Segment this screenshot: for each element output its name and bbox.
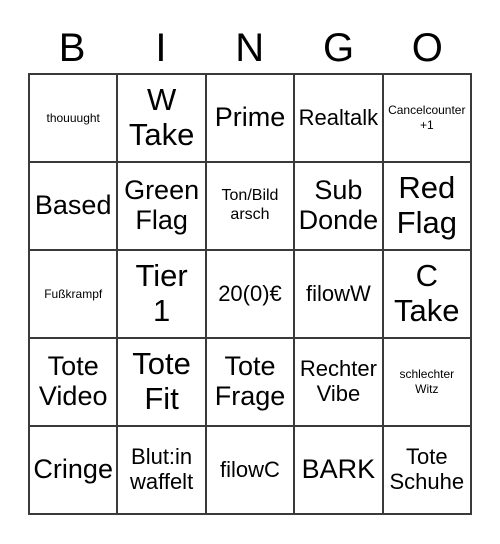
bingo-cell-label: Tote Frage bbox=[214, 351, 286, 411]
bingo-cell-label: 20(0)€ bbox=[218, 280, 282, 306]
bingo-cell[interactable]: filowC bbox=[206, 427, 296, 515]
bingo-header-letter-g: G bbox=[322, 26, 355, 70]
bingo-cell-label: Cringe bbox=[33, 454, 113, 485]
bingo-cell[interactable]: Based bbox=[30, 163, 119, 251]
bingo-header-letter-b: B bbox=[58, 26, 86, 70]
bingo-cell[interactable]: Prime bbox=[206, 75, 296, 163]
bingo-cell[interactable]: thouuught bbox=[30, 75, 119, 163]
bingo-cell-label: Realtalk bbox=[298, 104, 379, 130]
bingo-cell-label: Green Flag bbox=[124, 175, 200, 235]
bingo-cell[interactable]: schlechter Witz bbox=[383, 339, 472, 427]
bingo-cell[interactable]: Tote Fit bbox=[118, 339, 207, 427]
bingo-cell-label: Tote Video bbox=[38, 351, 108, 411]
bingo-cell-label: BARK bbox=[301, 454, 376, 485]
bingo-cell-label: Based bbox=[34, 190, 112, 221]
bingo-cell-label: W Take bbox=[128, 82, 195, 152]
bingo-cell-label: Cancelcounter +1 bbox=[388, 103, 466, 132]
bingo-header-letter-n: N bbox=[235, 26, 265, 70]
bingo-cell[interactable]: Realtalk bbox=[295, 75, 384, 163]
bingo-cell[interactable]: Fußkrampf bbox=[30, 251, 119, 339]
bingo-cell-label: Tier 1 bbox=[135, 258, 188, 328]
bingo-cell[interactable]: 20(0)€ bbox=[206, 251, 296, 339]
bingo-cell-label: Rechter Vibe bbox=[299, 356, 377, 406]
bingo-cell-label: Ton/Bild arsch bbox=[221, 187, 279, 223]
bingo-cell[interactable]: Green Flag bbox=[118, 163, 207, 251]
bingo-cell[interactable]: W Take bbox=[118, 75, 207, 163]
bingo-cell-label: C Take bbox=[394, 258, 460, 328]
bingo-header-letter-i: I bbox=[155, 26, 167, 70]
bingo-cell[interactable]: Rechter Vibe bbox=[295, 339, 384, 427]
bingo-cell-label: Prime bbox=[214, 102, 286, 133]
bingo-cell[interactable]: Tote Schuhe bbox=[383, 427, 472, 515]
bingo-cell[interactable]: Blut:in waffelt bbox=[118, 427, 207, 515]
bingo-cell[interactable]: C Take bbox=[383, 251, 472, 339]
bingo-cell[interactable]: Cringe bbox=[30, 427, 119, 515]
bingo-cell-label: Blut:in waffelt bbox=[130, 444, 194, 494]
bingo-cell[interactable]: Tier 1 bbox=[118, 251, 207, 339]
bingo-cell[interactable]: Red Flag bbox=[383, 163, 472, 251]
bingo-cell[interactable]: filowW bbox=[295, 251, 384, 339]
bingo-cell-label: filowC bbox=[220, 456, 280, 482]
bingo-card: B I N G O thouuught W Take Prime Realtalk Cancelc… bbox=[0, 0, 500, 544]
bingo-cell-label: Tote Schuhe bbox=[389, 444, 465, 494]
bingo-cell-label: Fußkrampf bbox=[44, 286, 103, 301]
bingo-cell-label: filowW bbox=[306, 280, 371, 306]
bingo-cell-label: schlechter Witz bbox=[399, 367, 455, 396]
bingo-cell-label: thouuught bbox=[46, 110, 100, 125]
bingo-header-row: BINGO bbox=[28, 18, 472, 70]
bingo-cell[interactable]: Sub Donde bbox=[295, 163, 384, 251]
bingo-cell[interactable]: Ton/Bild arsch bbox=[206, 163, 296, 251]
bingo-cell[interactable]: Cancelcounter +1 bbox=[383, 75, 472, 163]
bingo-cell[interactable]: BARK bbox=[295, 427, 384, 515]
bingo-cell-label: Sub Donde bbox=[298, 175, 379, 235]
bingo-cell-label: Tote Fit bbox=[132, 346, 191, 416]
bingo-cell-label: Red Flag bbox=[396, 170, 457, 240]
bingo-header-letter-o: O bbox=[411, 26, 444, 70]
bingo-cell[interactable]: Tote Frage bbox=[206, 339, 296, 427]
bingo-grid: thouuught W Take Prime Realtalk Cancelcounter… bbox=[28, 73, 472, 515]
bingo-cell[interactable]: Tote Video bbox=[30, 339, 119, 427]
